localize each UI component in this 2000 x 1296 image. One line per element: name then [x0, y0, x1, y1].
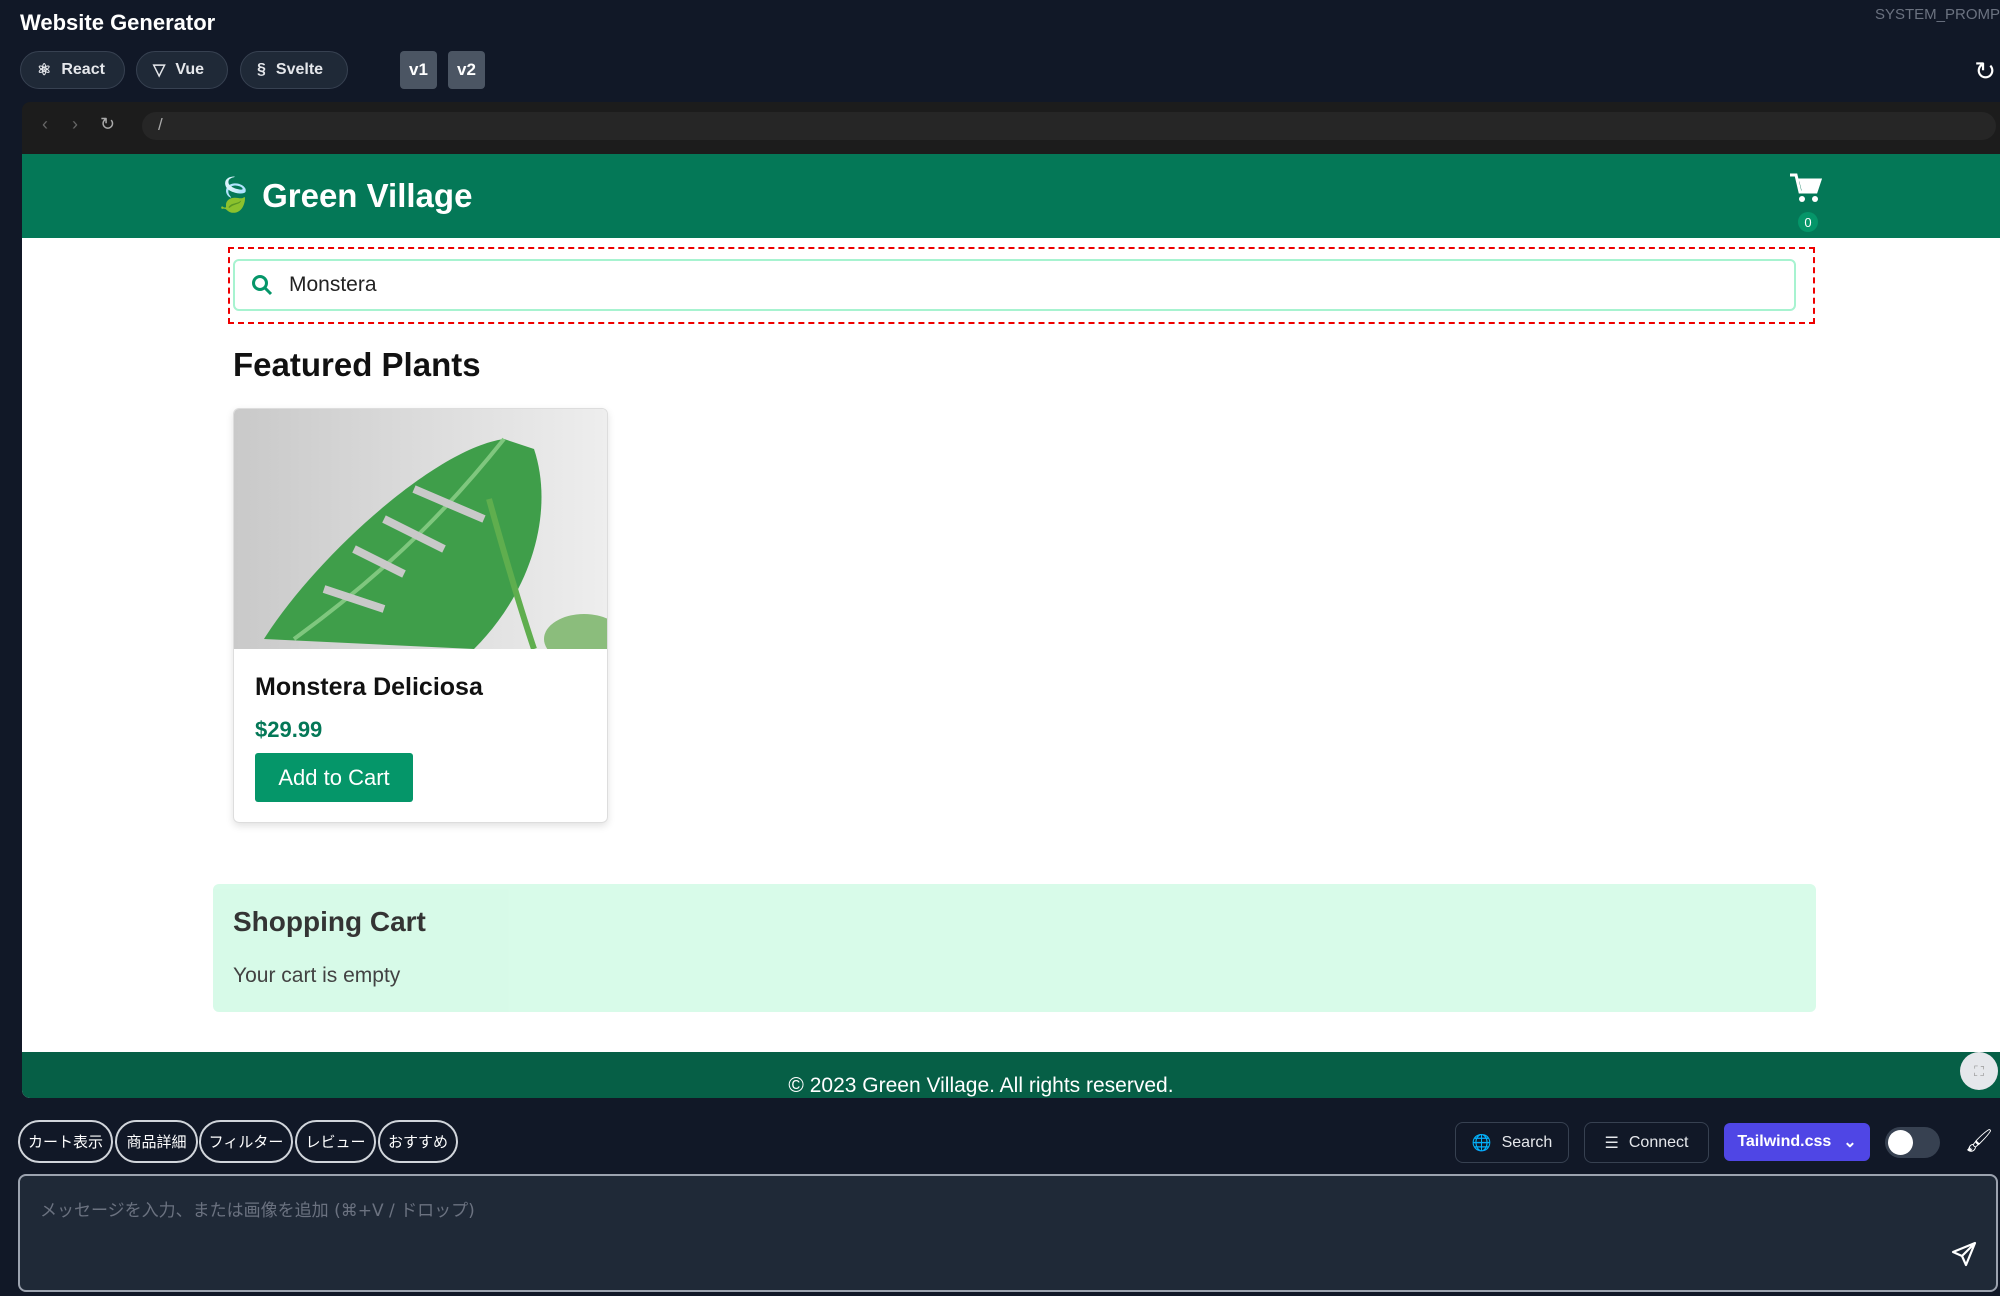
product-card: Monstera Deliciosa $29.99 Add to Cart: [233, 408, 608, 823]
cart-icon[interactable]: [1788, 172, 1822, 204]
framework-svelte-button[interactable]: § Svelte: [240, 51, 348, 89]
brush-icon[interactable]: 🖌: [1965, 1128, 1993, 1154]
message-input[interactable]: メッセージを入力、または画像を追加 (⌘+V / ドロップ): [18, 1174, 1998, 1292]
preview-frame: ‹ › ↻ / 🍃 Green Village 0 Monstera Featur…: [22, 102, 2000, 1098]
version-v2-button[interactable]: v2: [448, 51, 485, 89]
product-price: $29.99: [255, 717, 323, 742]
site-footer: © 2023 Green Village. All rights reserve…: [22, 1052, 2000, 1098]
label: Svelte: [275, 61, 324, 78]
svelte-icon: §: [257, 61, 266, 78]
framework-vue-button[interactable]: ▽ Vue: [136, 51, 228, 89]
framework-react-button[interactable]: ⚛ React: [20, 51, 125, 89]
search-icon: [252, 275, 273, 296]
search-input[interactable]: Monstera: [233, 259, 1796, 311]
chip-filter[interactable]: フィルター: [199, 1120, 293, 1163]
toggle-switch[interactable]: [1885, 1127, 1940, 1158]
vue-icon: ▽: [153, 62, 166, 79]
search-toggle-button[interactable]: 🌐 Search: [1455, 1122, 1569, 1163]
send-icon[interactable]: [1950, 1240, 1978, 1268]
chip-product-detail[interactable]: 商品詳細: [115, 1120, 198, 1163]
fullscreen-icon[interactable]: ⛶: [1960, 1052, 1998, 1090]
search-value: Monstera: [289, 273, 377, 296]
leaf-icon: 🍃: [213, 176, 255, 213]
label: Vue: [175, 61, 205, 78]
connect-button[interactable]: ☰ Connect: [1584, 1122, 1709, 1163]
label: Connect: [1628, 1133, 1689, 1151]
product-name: Monstera Deliciosa: [255, 673, 483, 701]
app-title: Website Generator: [20, 10, 216, 35]
featured-heading: Featured Plants: [233, 346, 481, 383]
cart-count-badge: 0: [1798, 212, 1818, 232]
chip-review[interactable]: レビュー: [295, 1120, 376, 1163]
brand-name: Green Village: [262, 176, 473, 214]
site-header: 🍃 Green Village 0: [22, 154, 2000, 238]
chip-recommend[interactable]: おすすめ: [378, 1120, 458, 1163]
react-icon: ⚛: [37, 62, 52, 79]
site-logo[interactable]: 🍃 Green Village: [213, 176, 472, 215]
label: Search: [1501, 1133, 1553, 1151]
label: React: [61, 61, 105, 78]
chevron-down-icon: ⌄: [1843, 1134, 1857, 1151]
address-bar[interactable]: /: [142, 112, 1996, 140]
globe-icon: 🌐: [1471, 1134, 1492, 1152]
version-v1-button[interactable]: v1: [400, 51, 437, 89]
system-prompt-label[interactable]: SYSTEM_PROMP: [1875, 6, 2000, 23]
product-image: [234, 409, 607, 664]
add-to-cart-button[interactable]: Add to Cart: [255, 753, 413, 802]
back-icon[interactable]: ‹: [42, 114, 48, 135]
cart-heading: Shopping Cart: [233, 906, 426, 937]
chip-cart-view[interactable]: カート表示: [18, 1120, 113, 1163]
reload-icon[interactable]: ↻: [100, 114, 115, 135]
label: Tailwind.css: [1737, 1133, 1832, 1150]
database-icon: ☰: [1604, 1134, 1619, 1152]
site-page: 🍃 Green Village 0 Monstera Featured Plant…: [22, 154, 2000, 1098]
refresh-icon[interactable]: ↻: [1974, 56, 1996, 87]
shopping-cart-section: Shopping Cart Your cart is empty: [213, 884, 1816, 1012]
css-framework-select[interactable]: Tailwind.css ⌄: [1724, 1123, 1870, 1161]
cart-empty-text: Your cart is empty: [233, 964, 401, 987]
forward-icon[interactable]: ›: [72, 114, 78, 135]
